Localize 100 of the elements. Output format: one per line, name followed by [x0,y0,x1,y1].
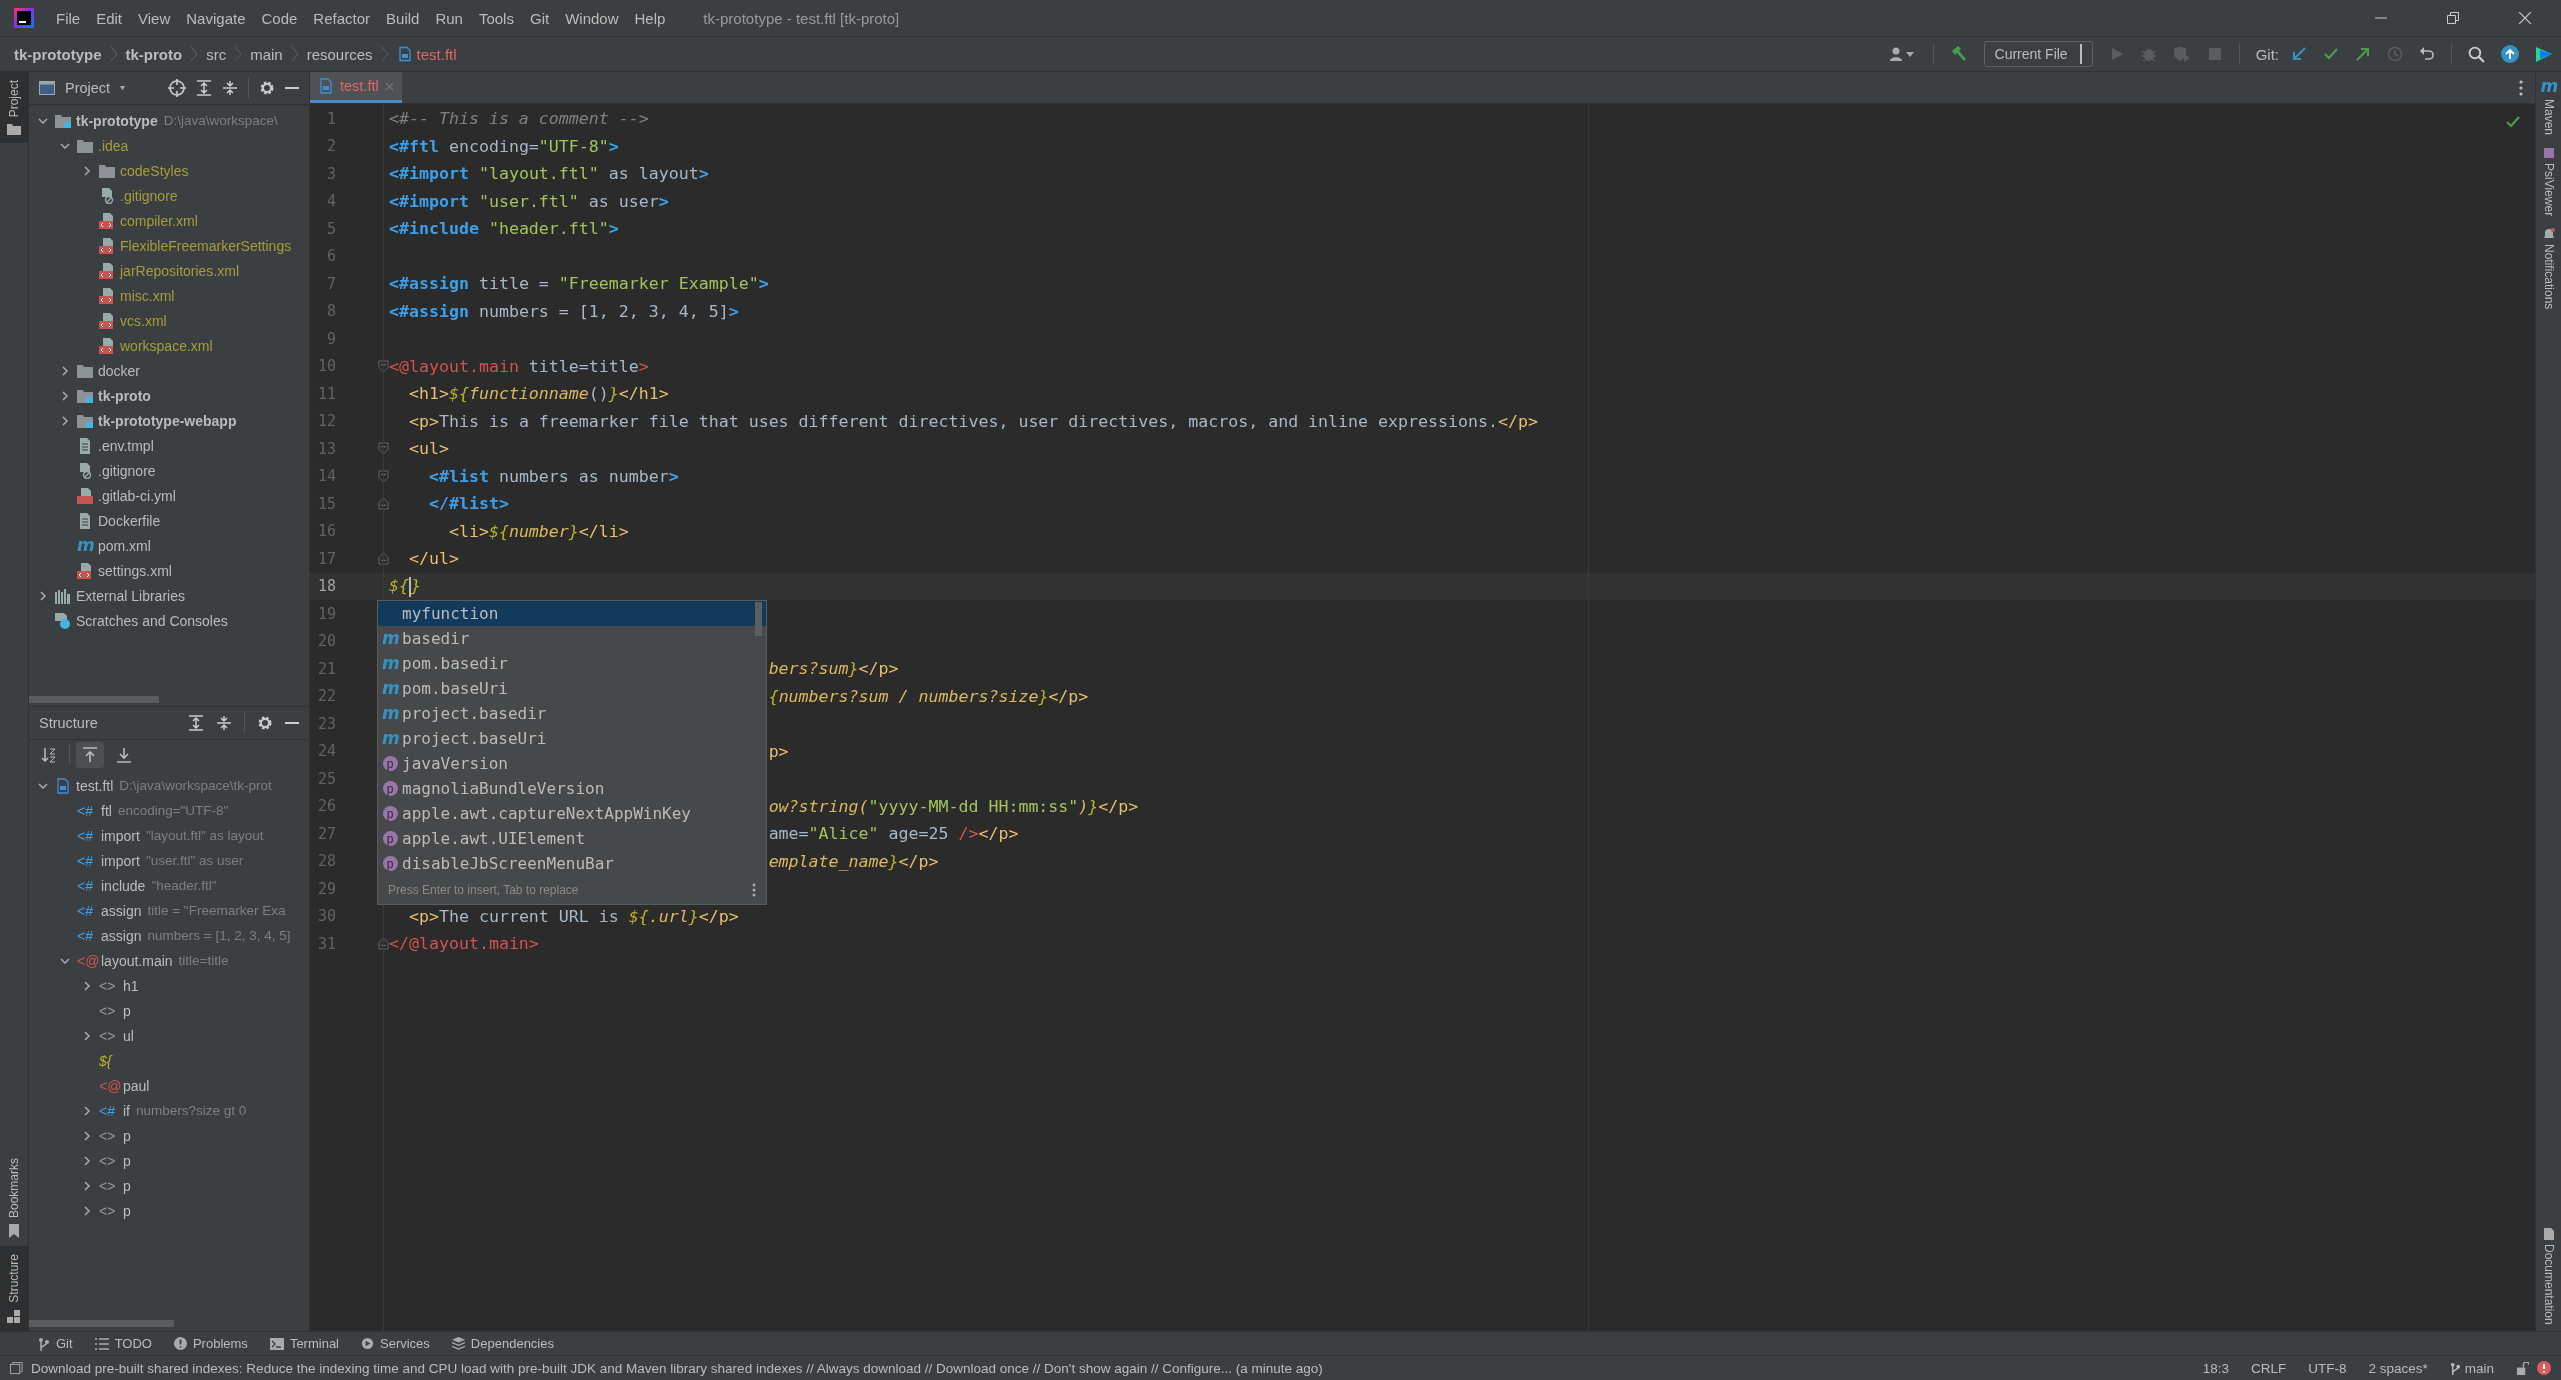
tool-window-tab[interactable]: m Maven [2536,72,2561,142]
menu-item[interactable]: Git [521,9,558,27]
fold-icon[interactable] [378,359,389,373]
tree-item[interactable]: vcs.xml [120,312,167,329]
completion-item[interactable]: myfunction [378,601,766,626]
scrollbar-thumb[interactable] [29,1319,174,1327]
tree-item[interactable]: tk-proto [98,387,151,404]
expand-all-icon[interactable] [196,80,212,96]
tool-window-tab[interactable]: Project [0,72,28,144]
tree-item[interactable]: compiler.xml [120,212,198,229]
completion-item[interactable]: p magnoliaBundleVersion [378,776,766,801]
tree-item[interactable]: p [123,1202,131,1219]
menu-item[interactable]: Build [378,9,428,27]
tree-item[interactable]: p [123,1177,131,1194]
completion-item[interactable]: m basedir [378,626,766,651]
tree-item[interactable]: FlexibleFreemarkerSettings [120,237,292,254]
collapse-all-icon[interactable] [222,80,238,96]
tool-window-button[interactable]: Services [361,1336,430,1351]
tree-item[interactable]: Scratches and Consoles [76,612,228,629]
breadcrumb-item[interactable]: src [206,45,227,63]
tree-item[interactable]: p [123,1002,131,1019]
tree-item[interactable]: paul [123,1077,150,1094]
git-branch-widget[interactable]: main [2449,1360,2494,1376]
menu-item[interactable]: Help [626,9,674,27]
menu-item[interactable]: Navigate [178,9,254,27]
status-item[interactable]: CRLF [2250,1360,2287,1376]
tree-item[interactable]: assign [101,902,142,919]
tree-item[interactable]: .idea [98,137,129,154]
tree-item[interactable]: settings.xml [98,562,172,579]
locate-icon[interactable] [168,79,186,97]
tree-item[interactable]: .gitignore [98,462,156,479]
tree-item[interactable]: h1 [123,977,139,994]
arrow-up-right-icon[interactable] [2355,46,2371,62]
completion-item[interactable]: m project.baseUri [378,726,766,751]
scroll-from-source-button[interactable] [76,742,104,768]
tool-window-tab[interactable]: Documentation [2536,1222,2561,1331]
tree-item[interactable]: assign [101,927,142,944]
breadcrumb-item[interactable]: resources [306,45,373,63]
tree-item[interactable]: if [123,1102,130,1119]
completion-item[interactable]: p apple.awt.captureNextAppWinKey [378,801,766,826]
completion-item[interactable]: m project.basedir [378,701,766,726]
settings-icon[interactable] [257,715,273,731]
status-item[interactable]: UTF-8 [2308,1360,2347,1376]
menu-item[interactable]: Tools [470,9,522,27]
status-message[interactable]: Download pre-built shared indexes: Reduce the indexing time and CPU load with pre-built JDK and Maven library shared indexes // Always download // Download once // Don't show again // Configure... (a minute ago) [31,1360,1323,1376]
check-icon[interactable] [2505,114,2521,130]
tool-window-button[interactable]: Problems [173,1336,248,1351]
tree-item[interactable]: ul [123,1027,134,1044]
check-icon[interactable] [2323,46,2339,62]
menu-item[interactable]: Window [557,9,627,27]
breadcrumb-item[interactable]: tk-prototype [14,45,102,63]
tool-window-button[interactable]: Git [38,1336,73,1351]
status-item[interactable]: 18:3 [2202,1360,2229,1376]
tree-item[interactable]: docker [98,362,141,379]
undo-icon[interactable] [2419,46,2435,62]
menu-item[interactable]: File [48,9,89,27]
tree-item[interactable]: .gitignore [120,187,178,204]
completion-item[interactable]: p disableJbScreenMenuBar [378,851,766,876]
plugin-logo-icon[interactable] [2535,45,2553,63]
tree-item[interactable]: ftl [101,802,112,819]
tool-window-tab[interactable]: Structure [0,1246,28,1331]
breadcrumb-item[interactable]: test.ftl [416,45,457,63]
completion-item[interactable]: p apple.awt.UIElement [378,826,766,851]
expand-all-icon[interactable] [188,715,204,731]
tree-item[interactable]: pom.xml [98,537,151,554]
more-options-icon[interactable] [2519,79,2523,96]
completion-item[interactable]: m pom.baseUri [378,676,766,701]
status-item[interactable]: 2 spaces* [2368,1360,2428,1376]
menu-item[interactable]: View [130,9,179,27]
tree-item[interactable]: workspace.xml [120,337,213,354]
error-icon[interactable] [2537,1361,2551,1375]
fold-icon[interactable] [378,442,389,456]
search-icon[interactable] [2468,45,2485,63]
breadcrumb-item[interactable]: tk-proto [125,45,183,63]
tree-item[interactable]: jarRepositories.xml [120,262,240,279]
tool-window-tab[interactable]: Bookmarks [0,1150,28,1247]
tree-item[interactable]: p [123,1152,131,1169]
tool-window-button[interactable]: TODO [94,1336,152,1351]
tree-item[interactable]: p [123,1127,131,1144]
tool-window-button[interactable]: Terminal [269,1336,339,1351]
panel-title[interactable]: Project [65,80,111,96]
tree-item[interactable]: misc.xml [120,287,175,304]
upload-icon[interactable] [2501,45,2519,63]
user-dropdown-icon[interactable] [1888,46,1917,62]
tree-item[interactable]: import [101,827,140,844]
tree-item[interactable]: layout.main [101,952,173,969]
minimize-icon[interactable] [285,721,299,725]
tree-item[interactable]: tk-prototype [76,112,158,129]
arrow-down-left-icon[interactable] [2291,46,2307,62]
more-options-icon[interactable] [752,883,756,897]
scrollbar-thumb[interactable] [755,602,762,636]
restore-icon[interactable] [2447,12,2459,24]
menu-item[interactable]: Code [253,9,306,27]
minimize-icon[interactable] [285,86,299,90]
tree-item[interactable]: .env.tmpl [98,437,154,454]
tool-window-tab[interactable]: PsiViewer [2536,141,2561,223]
menu-item[interactable]: Refactor [305,9,379,27]
breadcrumb-item[interactable]: main [250,45,283,63]
close-icon[interactable] [2519,12,2531,24]
tree-item[interactable]: codeStyles [120,162,189,179]
